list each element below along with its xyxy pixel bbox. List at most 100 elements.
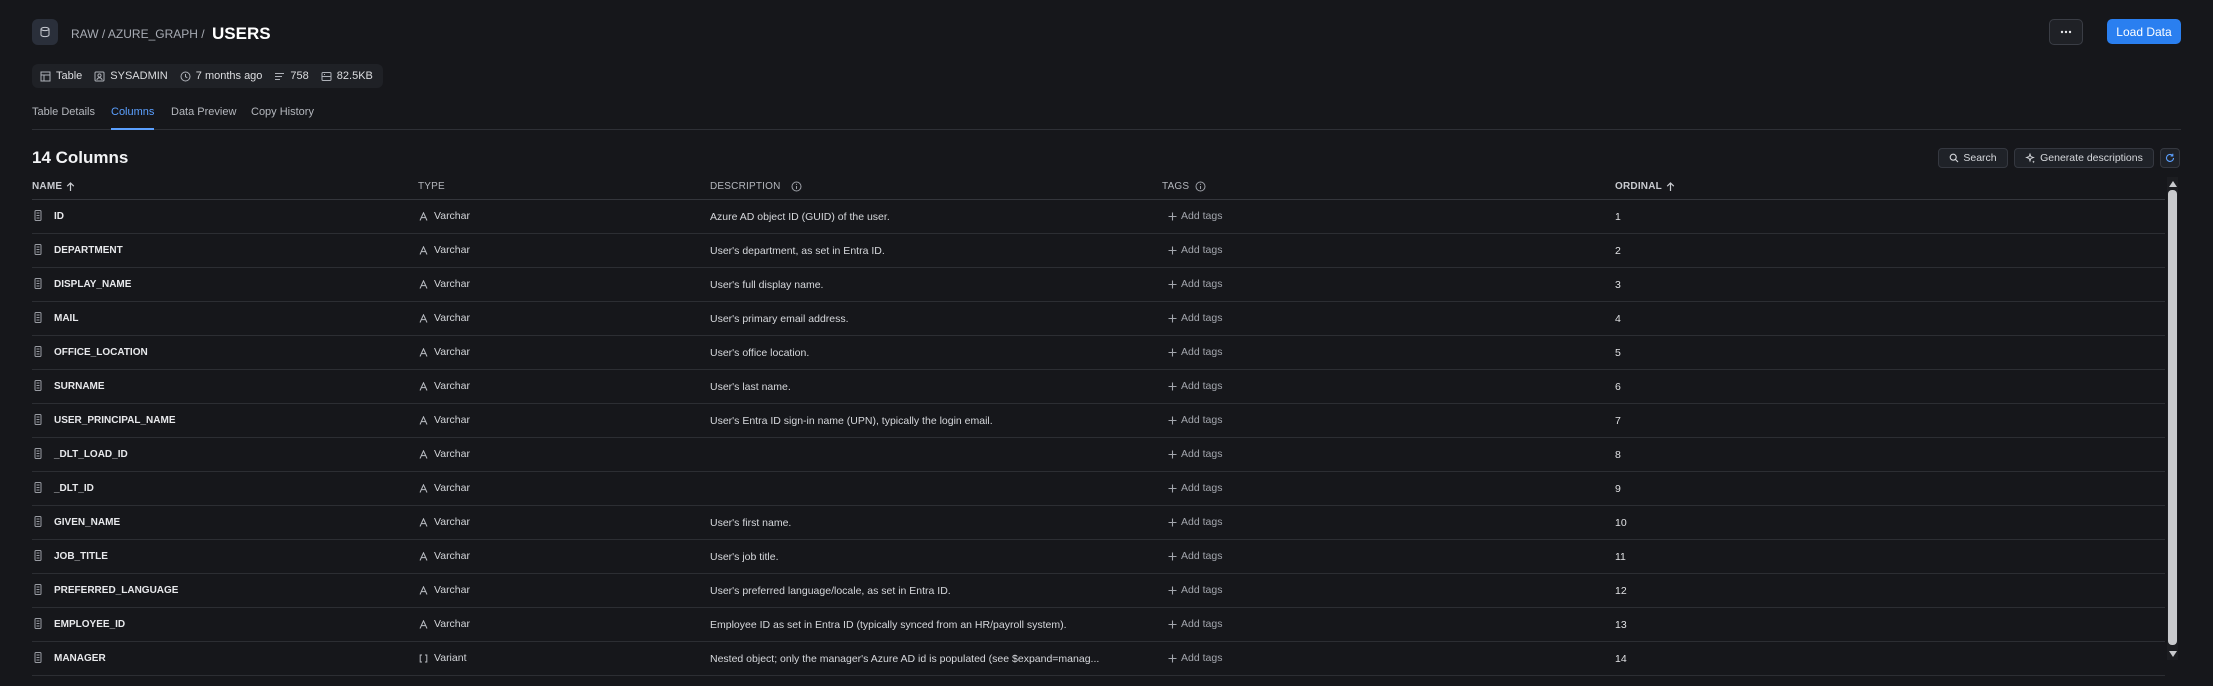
add-tags-button[interactable]: Add tags	[1168, 482, 1222, 494]
plus-icon	[1168, 620, 1177, 629]
load-data-button[interactable]: Load Data	[2107, 19, 2181, 44]
table-row[interactable]: MAIL Varchar User's primary email address.…	[32, 302, 2165, 336]
column-ordinal: 8	[1615, 449, 1621, 461]
page-title: USERS	[211, 24, 271, 43]
tab-copy-history[interactable]: Copy History	[251, 106, 314, 128]
top-bar: RAW / AZURE_GRAPH / USERS Load Data	[32, 19, 2181, 47]
breadcrumb-item-raw[interactable]: RAW	[71, 27, 99, 41]
add-tags-button[interactable]: Add tags	[1168, 210, 1222, 222]
add-tags-button[interactable]: Add tags	[1168, 346, 1222, 358]
table-row[interactable]: EMPLOYEE_ID Varchar Employee ID as set in …	[32, 608, 2165, 642]
header-type[interactable]: TYPE	[418, 181, 445, 192]
table-row[interactable]: JOB_TITLE Varchar User's job title. Add tag…	[32, 540, 2165, 574]
drag-handle-icon[interactable]	[34, 448, 42, 462]
info-icon[interactable]	[791, 181, 802, 192]
tab-data-preview[interactable]: Data Preview	[171, 106, 236, 128]
drag-handle-icon[interactable]	[34, 346, 42, 360]
column-name: GIVEN_NAME	[54, 517, 121, 528]
plus-icon	[1168, 416, 1177, 425]
more-actions-button[interactable]	[2049, 19, 2083, 45]
scroll-down-arrow-icon[interactable]	[2168, 649, 2177, 658]
column-description[interactable]: Azure AD object ID (GUID) of the user.	[710, 211, 890, 223]
add-tags-button[interactable]: Add tags	[1168, 278, 1222, 290]
column-name: MANAGER	[54, 653, 106, 664]
column-type: Varchar	[419, 584, 470, 596]
table-row[interactable]: MANAGER Variant Nested object; only the ma…	[32, 642, 2165, 676]
drag-handle-icon[interactable]	[34, 244, 42, 258]
text-type-icon	[419, 245, 428, 255]
header-description[interactable]: DESCRIPTION	[710, 181, 802, 192]
column-ordinal: 9	[1615, 483, 1621, 495]
plus-icon	[1168, 246, 1177, 255]
column-description[interactable]: User's Entra ID sign-in name (UPN), typi…	[710, 415, 993, 427]
add-tags-button[interactable]: Add tags	[1168, 652, 1222, 664]
column-name: SURNAME	[54, 381, 105, 392]
breadcrumb-item-azure-graph[interactable]: AZURE_GRAPH	[108, 27, 198, 41]
drag-handle-icon[interactable]	[34, 550, 42, 564]
add-tags-button[interactable]: Add tags	[1168, 550, 1222, 562]
header-ordinal[interactable]: ORDINAL	[1615, 181, 1675, 192]
plus-icon	[1168, 280, 1177, 289]
tab-columns[interactable]: Columns	[111, 106, 155, 130]
table-row[interactable]: DEPARTMENT Varchar User's department, as s…	[32, 234, 2165, 268]
drag-handle-icon[interactable]	[34, 652, 42, 666]
add-tags-button[interactable]: Add tags	[1168, 244, 1222, 256]
add-tags-button[interactable]: Add tags	[1168, 584, 1222, 596]
header-name[interactable]: NAME	[32, 181, 75, 192]
column-description[interactable]: User's last name.	[710, 381, 791, 393]
column-type: Varchar	[419, 244, 470, 256]
column-description[interactable]: User's office location.	[710, 347, 809, 359]
add-tags-button[interactable]: Add tags	[1168, 516, 1222, 528]
meta-size: 82.5KB	[321, 70, 373, 82]
column-type: Varchar	[419, 346, 470, 358]
table-row[interactable]: _DLT_LOAD_ID Varchar Add tags 8	[32, 438, 2165, 472]
drag-handle-icon[interactable]	[34, 312, 42, 326]
column-description[interactable]: User's job title.	[710, 551, 779, 563]
table-row[interactable]: ID Varchar Azure AD object ID (GUID) of th…	[32, 200, 2165, 234]
column-description[interactable]: User's full display name.	[710, 279, 823, 291]
column-ordinal: 7	[1615, 415, 1621, 427]
add-tags-button[interactable]: Add tags	[1168, 312, 1222, 324]
drag-handle-icon[interactable]	[34, 584, 42, 598]
drag-handle-icon[interactable]	[34, 516, 42, 530]
table-row[interactable]: GIVEN_NAME Varchar User's first name. Add t…	[32, 506, 2165, 540]
drag-handle-icon[interactable]	[34, 210, 42, 224]
add-tags-button[interactable]: Add tags	[1168, 448, 1222, 460]
table-grid-icon	[40, 71, 51, 81]
generate-descriptions-button[interactable]: Generate descriptions	[2014, 148, 2154, 168]
drag-handle-icon[interactable]	[34, 380, 42, 394]
column-ordinal: 5	[1615, 347, 1621, 359]
column-name: OFFICE_LOCATION	[54, 347, 148, 358]
column-description[interactable]: User's first name.	[710, 517, 791, 529]
column-description[interactable]: User's preferred language/locale, as set…	[710, 585, 951, 597]
add-tags-button[interactable]: Add tags	[1168, 618, 1222, 630]
table-scrollbar[interactable]	[2167, 177, 2178, 660]
table-row[interactable]: OFFICE_LOCATION Varchar User's office loca…	[32, 336, 2165, 370]
refresh-button[interactable]	[2160, 148, 2180, 168]
table-row[interactable]: DISPLAY_NAME Varchar User's full display n…	[32, 268, 2165, 302]
drag-handle-icon[interactable]	[34, 278, 42, 292]
column-description[interactable]: Employee ID as set in Entra ID (typicall…	[710, 619, 1067, 631]
drag-handle-icon[interactable]	[34, 618, 42, 632]
table-row[interactable]: USER_PRINCIPAL_NAME Varchar User's Entra I…	[32, 404, 2165, 438]
column-name: _DLT_LOAD_ID	[54, 449, 128, 460]
search-button[interactable]: Search	[1938, 148, 2008, 168]
scroll-up-arrow-icon[interactable]	[2168, 179, 2177, 188]
scroll-thumb[interactable]	[2168, 190, 2177, 645]
column-description[interactable]: Nested object; only the manager's Azure …	[710, 653, 1099, 665]
add-tags-button[interactable]: Add tags	[1168, 380, 1222, 392]
info-icon[interactable]	[1195, 181, 1206, 192]
column-ordinal: 3	[1615, 279, 1621, 291]
drag-handle-icon[interactable]	[34, 414, 42, 428]
column-description[interactable]: User's primary email address.	[710, 313, 849, 325]
column-name: DEPARTMENT	[54, 245, 123, 256]
table-row[interactable]: _DLT_ID Varchar Add tags 9	[32, 472, 2165, 506]
plus-icon	[1168, 314, 1177, 323]
column-description[interactable]: User's department, as set in Entra ID.	[710, 245, 885, 257]
table-row[interactable]: PREFERRED_LANGUAGE Varchar User's preferre…	[32, 574, 2165, 608]
table-row[interactable]: SURNAME Varchar User's last name. Add tags 6	[32, 370, 2165, 404]
tab-table-details[interactable]: Table Details	[32, 106, 95, 128]
drag-handle-icon[interactable]	[34, 482, 42, 496]
add-tags-button[interactable]: Add tags	[1168, 414, 1222, 426]
header-tags[interactable]: TAGS	[1162, 181, 1206, 192]
